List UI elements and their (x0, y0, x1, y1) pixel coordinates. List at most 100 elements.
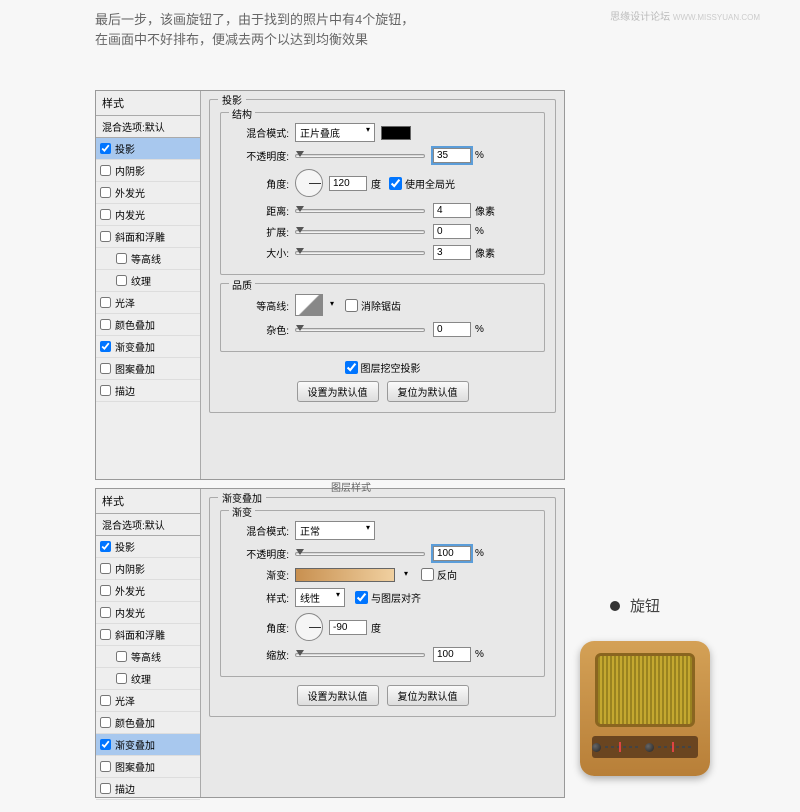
checkbox-bevel[interactable] (100, 231, 111, 242)
shadow-color-swatch[interactable] (381, 126, 411, 140)
checkbox-dropshadow-2[interactable] (100, 541, 111, 552)
noise-slider[interactable] (295, 328, 425, 332)
style-item-patternoverlay[interactable]: 图案叠加 (96, 358, 200, 380)
knockout-checkbox[interactable] (345, 361, 358, 374)
checkbox-patternoverlay[interactable] (100, 363, 111, 374)
gradient-picker[interactable] (295, 568, 395, 582)
checkbox-innershadow-2[interactable] (100, 563, 111, 574)
checkbox-satin[interactable] (100, 297, 111, 308)
distance-slider[interactable] (295, 209, 425, 213)
style-item-stroke[interactable]: 描边 (96, 380, 200, 402)
style-item-contour[interactable]: 等高线 (96, 248, 200, 270)
antialias-label: 消除锯齿 (361, 298, 401, 313)
distance-input[interactable]: 4 (433, 203, 471, 218)
style-item-innershadow-2[interactable]: 内阴影 (96, 558, 200, 580)
style-item-dropshadow[interactable]: 投影 (96, 138, 200, 160)
style-item-bevel[interactable]: 斜面和浮雕 (96, 226, 200, 248)
checkbox-gradientoverlay-2[interactable] (100, 739, 111, 750)
style-item-patternoverlay-2[interactable]: 图案叠加 (96, 756, 200, 778)
checkbox-outerglow-2[interactable] (100, 585, 111, 596)
styles-panel: 样式 混合选项:默认 投影 内阴影 外发光 内发光 斜面和浮雕 等高线 纹理 光… (96, 91, 201, 479)
checkbox-innerglow-2[interactable] (100, 607, 111, 618)
checkbox-stroke-2[interactable] (100, 783, 111, 794)
style-item-satin[interactable]: 光泽 (96, 292, 200, 314)
blendmode-select[interactable]: 正片叠底 (295, 123, 375, 142)
blending-options-default[interactable]: 混合选项:默认 (96, 116, 200, 138)
gradient-overlay-group-label: 渐变叠加 (218, 490, 266, 505)
checkbox-coloroverlay[interactable] (100, 319, 111, 330)
style-item-contour-2[interactable]: 等高线 (96, 646, 200, 668)
structure-label: 结构 (229, 106, 255, 121)
style-item-innerglow[interactable]: 内发光 (96, 204, 200, 226)
checkbox-innershadow[interactable] (100, 165, 111, 176)
checkbox-texture-2[interactable] (116, 673, 127, 684)
style-item-texture[interactable]: 纹理 (96, 270, 200, 292)
style-item-dropshadow-2[interactable]: 投影 (96, 536, 200, 558)
angle-input-2[interactable]: -90 (329, 620, 367, 635)
opacity-slider[interactable] (295, 154, 425, 158)
radio-tuner (592, 736, 698, 758)
angle-input[interactable]: 120 (329, 176, 367, 191)
opacity-input-2[interactable]: 100 (433, 546, 471, 561)
size-input[interactable]: 3 (433, 245, 471, 260)
checkbox-contour-2[interactable] (116, 651, 127, 662)
style-item-bevel-2[interactable]: 斜面和浮雕 (96, 624, 200, 646)
distance-label: 距离: (229, 203, 289, 218)
style-item-gradientoverlay-2[interactable]: 渐变叠加 (96, 734, 200, 756)
set-default-button-2[interactable]: 设置为默认值 (297, 685, 379, 706)
checkbox-satin-2[interactable] (100, 695, 111, 706)
set-default-button[interactable]: 设置为默认值 (297, 381, 379, 402)
checkbox-patternoverlay-2[interactable] (100, 761, 111, 772)
opacity-slider-2[interactable] (295, 552, 425, 556)
checkbox-outerglow[interactable] (100, 187, 111, 198)
watermark: 思缘设计论坛 WWW.MISSYUAN.COM (610, 8, 760, 23)
checkbox-coloroverlay-2[interactable] (100, 717, 111, 728)
spread-slider[interactable] (295, 230, 425, 234)
checkbox-contour[interactable] (116, 253, 127, 264)
reverse-checkbox[interactable] (421, 568, 434, 581)
scale-slider[interactable] (295, 653, 425, 657)
style-item-gradientoverlay[interactable]: 渐变叠加 (96, 336, 200, 358)
opacity-input[interactable]: 35 (433, 148, 471, 163)
style-item-outerglow[interactable]: 外发光 (96, 182, 200, 204)
styles-panel-2: 样式 混合选项:默认 投影 内阴影 外发光 内发光 斜面和浮雕 等高线 纹理 光… (96, 489, 201, 797)
reset-default-button-2[interactable]: 复位为默认值 (387, 685, 469, 706)
style-item-satin-2[interactable]: 光泽 (96, 690, 200, 712)
style-item-innerglow-2[interactable]: 内发光 (96, 602, 200, 624)
noise-input[interactable]: 0 (433, 322, 471, 337)
checkbox-dropshadow[interactable] (100, 143, 111, 154)
blending-options-default-2[interactable]: 混合选项:默认 (96, 514, 200, 536)
style-item-stroke-2[interactable]: 描边 (96, 778, 200, 800)
style-item-coloroverlay-2[interactable]: 颜色叠加 (96, 712, 200, 734)
style-item-texture-2[interactable]: 纹理 (96, 668, 200, 690)
gradient-settings-panel: 渐变叠加 渐变 混合模式: 正常 不透明度: 100 % 渐变: 反向 (201, 489, 564, 797)
checkbox-texture[interactable] (116, 275, 127, 286)
size-unit: 像素 (475, 245, 495, 260)
size-slider[interactable] (295, 251, 425, 255)
scale-input[interactable]: 100 (433, 647, 471, 662)
antialias-checkbox[interactable] (345, 299, 358, 312)
checkbox-innerglow[interactable] (100, 209, 111, 220)
radio-tuner-line (605, 746, 641, 748)
global-light-checkbox[interactable] (389, 177, 402, 190)
size-label: 大小: (229, 245, 289, 260)
opacity-unit: % (475, 150, 484, 161)
checkbox-stroke[interactable] (100, 385, 111, 396)
angle-dial[interactable] (295, 169, 323, 197)
style-select[interactable]: 线性 (295, 588, 345, 607)
radio-tuner-line (658, 746, 694, 748)
style-item-coloroverlay[interactable]: 颜色叠加 (96, 314, 200, 336)
checkbox-bevel-2[interactable] (100, 629, 111, 640)
global-light-label: 使用全局光 (405, 176, 455, 191)
angle-dial-2[interactable] (295, 613, 323, 641)
dropshadow-group: 投影 结构 混合模式: 正片叠底 不透明度: 35 % 角度: 120 (209, 99, 556, 413)
contour-picker[interactable] (295, 294, 323, 316)
blendmode-select-2[interactable]: 正常 (295, 521, 375, 540)
spread-input[interactable]: 0 (433, 224, 471, 239)
checkbox-gradientoverlay[interactable] (100, 341, 111, 352)
align-layer-checkbox[interactable] (355, 591, 368, 604)
reset-default-button[interactable]: 复位为默认值 (387, 381, 469, 402)
angle-label-2: 角度: (229, 620, 289, 635)
style-item-innershadow[interactable]: 内阴影 (96, 160, 200, 182)
style-item-outerglow-2[interactable]: 外发光 (96, 580, 200, 602)
